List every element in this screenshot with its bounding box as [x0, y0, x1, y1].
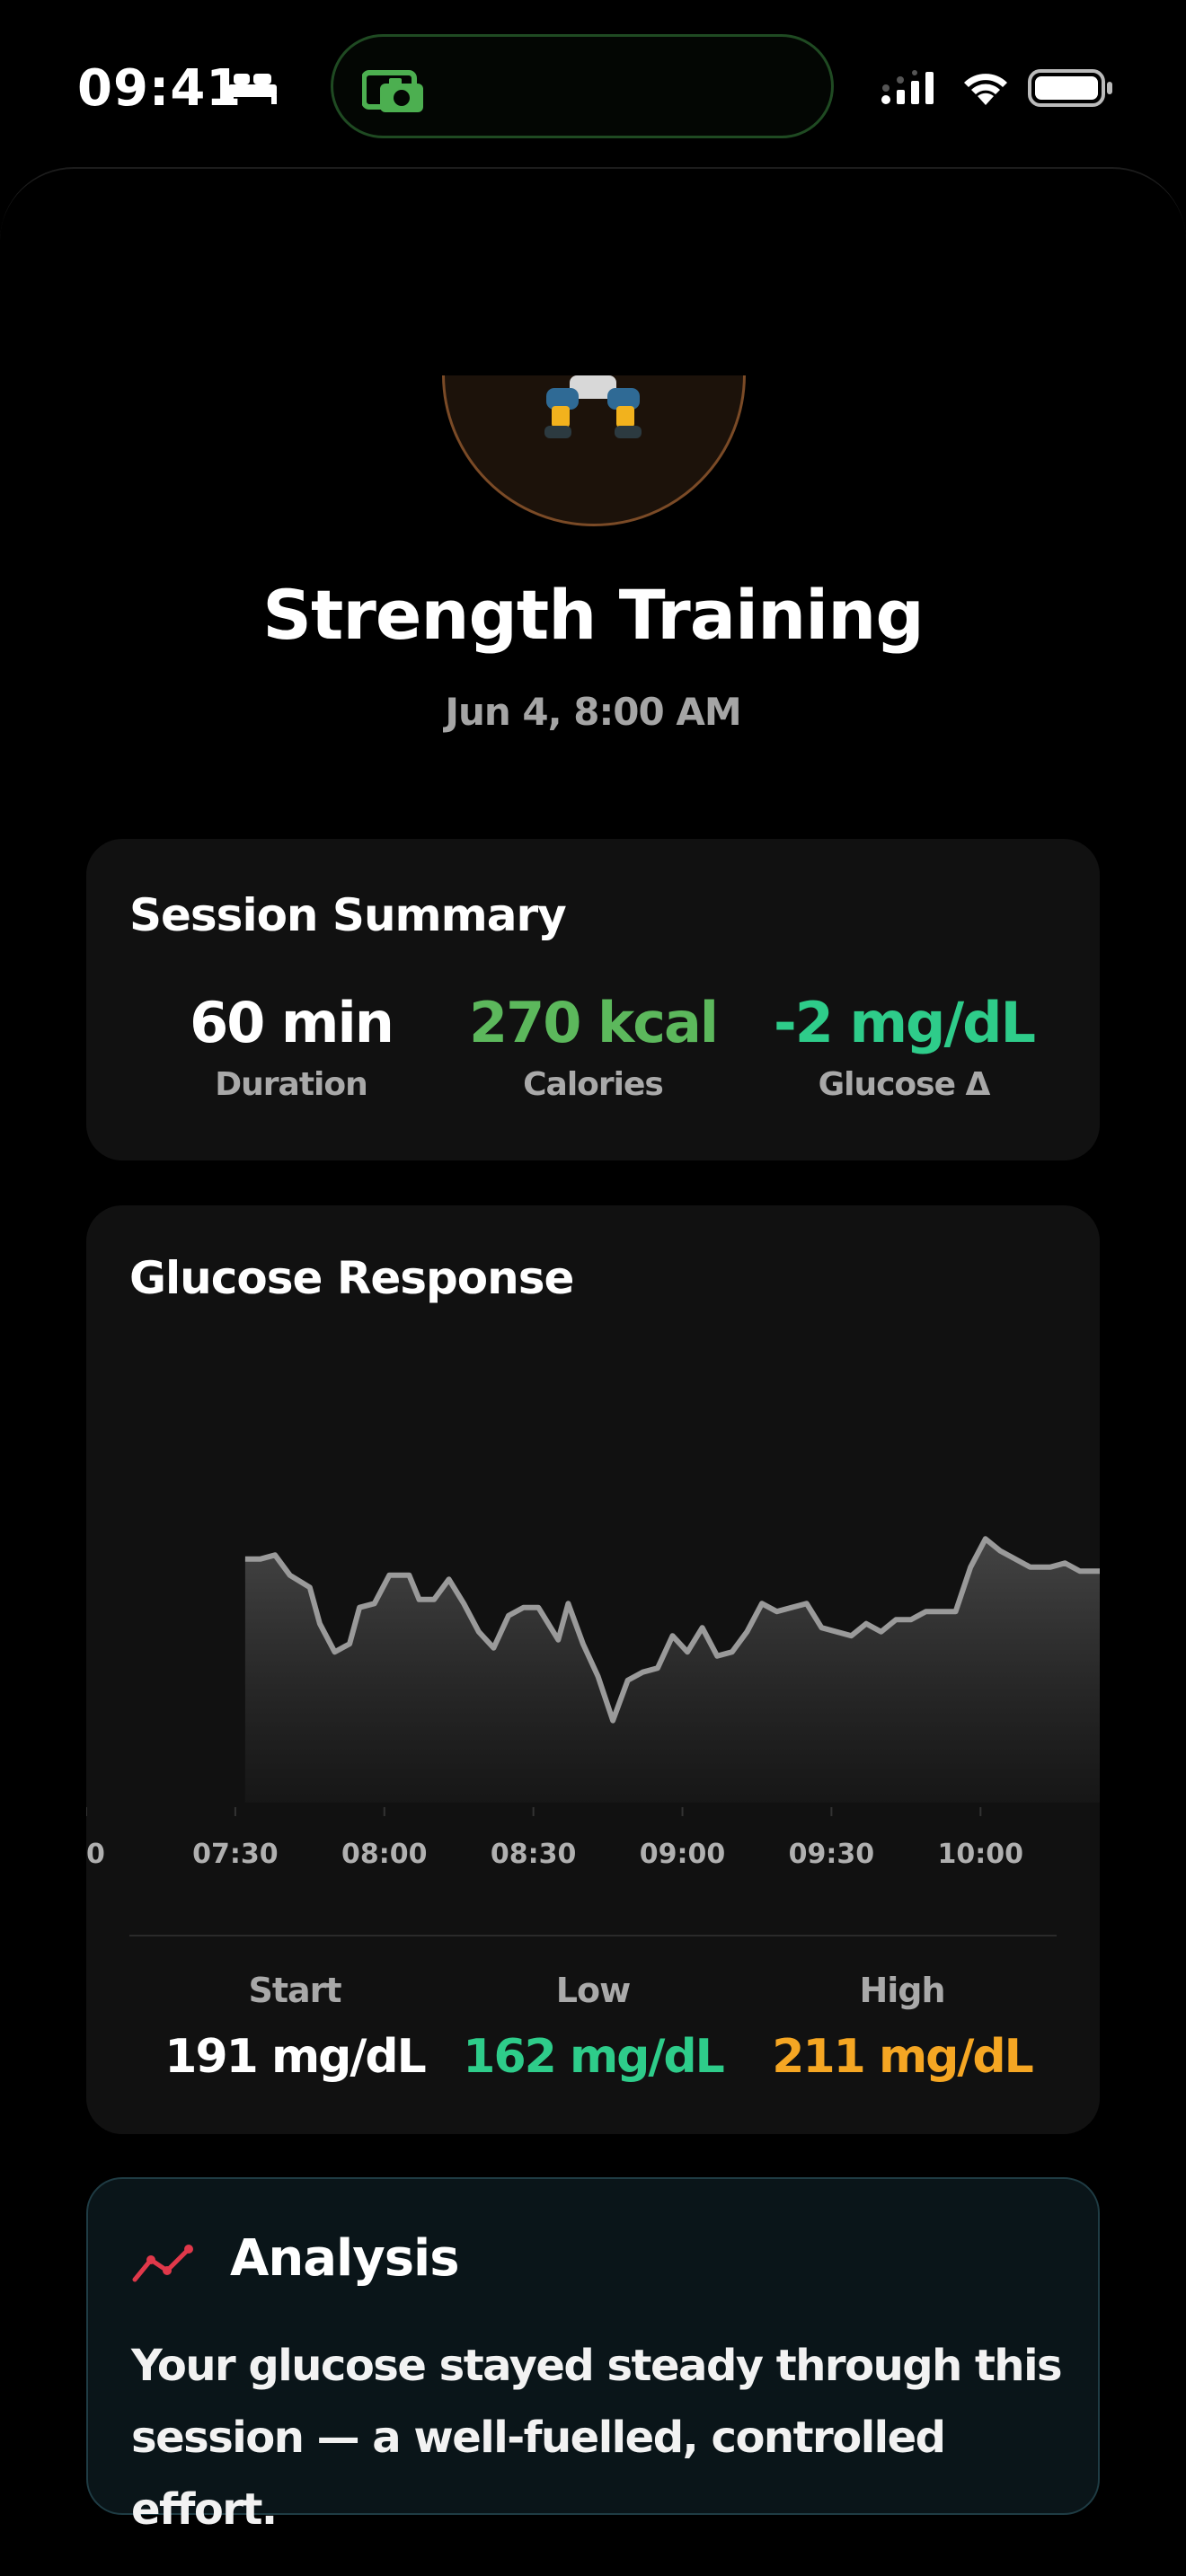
start-value: 191 mg/dL — [164, 2030, 426, 2084]
status-time: 09:41 — [77, 59, 243, 118]
glucose-low-stat: Low 162 mg/dL — [438, 1971, 748, 2084]
squat-figure-icon — [544, 375, 642, 438]
wifi-icon — [964, 74, 1007, 105]
status-icons — [881, 66, 1114, 110]
workout-datetime: Jun 4, 8:00 AM — [445, 690, 741, 734]
hero-image — [0, 375, 1186, 528]
duration-label: Duration — [215, 1066, 367, 1103]
x-tick-label: 00 — [86, 1839, 105, 1870]
x-tick-label: 09:30 — [789, 1839, 875, 1870]
analysis-title: Analysis — [230, 2229, 460, 2288]
duration-stat: 60 min Duration — [138, 990, 444, 1103]
high-label: High — [859, 1971, 945, 2010]
glucose-divider — [129, 1935, 1057, 1936]
glucose-response-card: Glucose Response 0007:3008:0008:3009:000… — [86, 1205, 1100, 2134]
screen: 09:41 Strength Training Jun 4, 8:00 AM S… — [0, 0, 1186, 2576]
x-tick-label: 10:00 — [938, 1839, 1024, 1870]
duration-value: 60 min — [190, 990, 394, 1055]
dynamic-island[interactable] — [331, 34, 834, 138]
calories-label: Calories — [523, 1066, 664, 1103]
calories-value: 270 kcal — [468, 990, 719, 1055]
low-value: 162 mg/dL — [463, 2030, 724, 2084]
workout-title: Strength Training — [262, 575, 924, 655]
x-tick-label: 08:00 — [341, 1839, 428, 1870]
analysis-text: Your glucose stayed steady through this … — [131, 2341, 1063, 2535]
glucose-start-stat: Start 191 mg/dL — [140, 1971, 449, 2084]
bed-icon — [228, 74, 277, 104]
session-summary-title: Session Summary — [129, 889, 567, 941]
camera-icon — [362, 70, 423, 112]
session-summary-card: Session Summary 60 min Duration 270 kcal… — [86, 839, 1100, 1160]
glucose-chart[interactable]: 00 07:30 08:00 08:30 09:00 09:30 10:00 — [86, 1205, 1100, 1924]
glucose-delta-value: -2 mg/dL — [774, 990, 1036, 1055]
status-bar: 09:41 — [0, 0, 1186, 171]
x-tick-label: 09:00 — [640, 1839, 726, 1870]
battery-icon — [1028, 69, 1112, 107]
x-tick-label: 08:30 — [491, 1839, 577, 1870]
calories-stat: 270 kcal Calories — [440, 990, 746, 1103]
high-value: 211 mg/dL — [772, 2030, 1033, 2084]
glucose-high-stat: High 211 mg/dL — [748, 1971, 1057, 2084]
low-label: Low — [555, 1971, 631, 2010]
glucose-delta-stat: -2 mg/dL Glucose Δ — [751, 990, 1057, 1103]
analysis-card: Analysis Your glucose stayed steady thro… — [86, 2177, 1100, 2535]
glucose-area — [244, 1539, 1100, 1803]
start-label: Start — [248, 1971, 341, 2010]
glucose-delta-label: Glucose Δ — [818, 1066, 991, 1103]
cellular-signal-icon — [881, 70, 934, 104]
trend-line-icon — [132, 2245, 193, 2282]
x-tick-label: 07:30 — [192, 1839, 279, 1870]
